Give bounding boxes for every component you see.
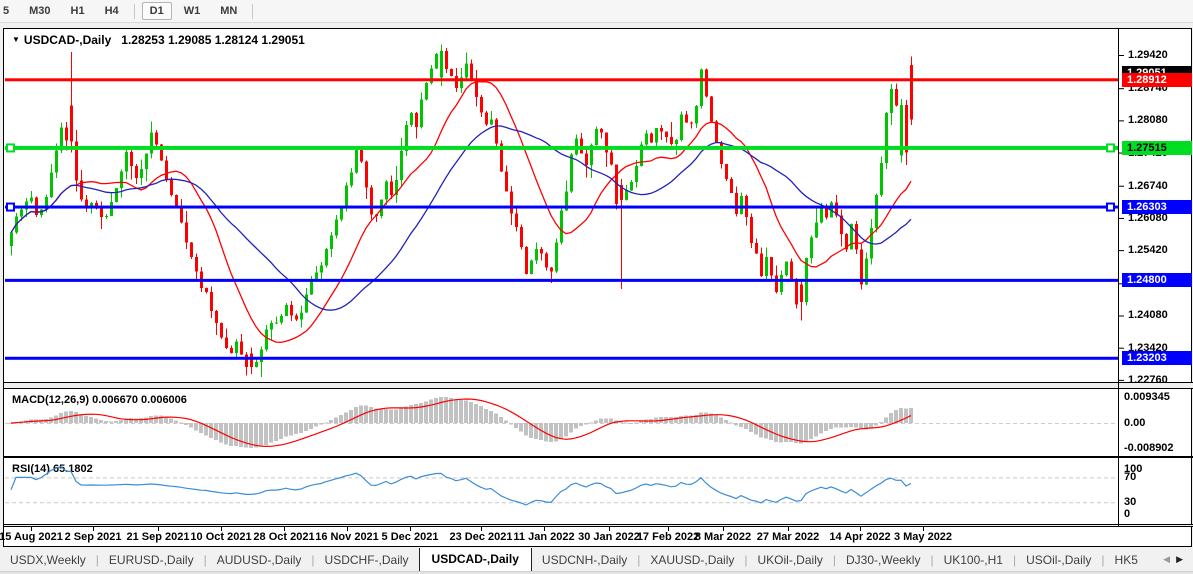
timeframe-toolbar: 5M30 H1H4 D1W1MN: [0, 0, 1193, 23]
date-axis-label: 21 Sep 2021: [127, 531, 190, 543]
hline-1.23203[interactable]: [5, 357, 1118, 360]
macd-histogram: [9, 397, 913, 448]
chart-window: ▼USDCAD-,Daily1.28253 1.29085 1.28124 1.…: [3, 28, 1192, 547]
hline-price-badge: 1.28912: [1122, 73, 1192, 87]
price-axis-tick: 1.22760: [1128, 373, 1168, 387]
rsi-axis-label: 0: [1124, 507, 1130, 521]
chart-tab-hk5[interactable]: HK5: [1105, 550, 1148, 571]
hline-1.27515[interactable]: [5, 146, 1118, 150]
date-axis-label: 5 Dec 2021: [382, 531, 439, 543]
date-axis-label: 14 Apr 2022: [829, 531, 890, 543]
chart-canvas[interactable]: [4, 29, 1193, 548]
hline-price-badge: 1.27515: [1122, 141, 1192, 155]
macd-axis-label: 0.009345: [1124, 390, 1170, 404]
hline-handle[interactable]: [7, 144, 14, 151]
date-axis-label: 28 Oct 2021: [253, 531, 314, 543]
timeframe-button-h4[interactable]: H4: [97, 2, 127, 20]
hline-price-badge: 1.23203: [1122, 351, 1192, 365]
chart-tab-usdchf-daily[interactable]: USDCHF-,Daily: [315, 550, 419, 571]
price-axis-tick: 1.26740: [1128, 179, 1168, 193]
hline-handle[interactable]: [1107, 204, 1114, 211]
timeframe-button-5[interactable]: 5: [0, 2, 17, 20]
date-axis-label: 30 Jan 2022: [578, 531, 640, 543]
chart-tab-eurusd-daily[interactable]: EURUSD-,Daily: [99, 550, 204, 571]
date-axis-label: 8 Mar 2022: [695, 531, 751, 543]
timeframe-button-m30[interactable]: M30: [21, 2, 58, 20]
toolbar-separator: [252, 4, 253, 19]
timeframe-button-d1[interactable]: D1: [142, 2, 172, 20]
chart-tab-dj30-weekly[interactable]: DJ30-,Weekly: [836, 550, 930, 571]
ma-fast-line: [11, 82, 911, 343]
date-axis-label: 15 Aug 2021: [0, 531, 63, 543]
toolbar-separator: [134, 4, 135, 19]
date-axis-label: 27 Mar 2022: [757, 531, 819, 543]
macd-axis-label: 0.00: [1124, 416, 1145, 430]
date-axis-label: 23 Dec 2021: [450, 531, 513, 543]
chart-tab-ukoil-daily[interactable]: UKOil-,Daily: [748, 550, 833, 571]
chart-tab-usoil-daily[interactable]: USOil-,Daily: [1016, 550, 1101, 571]
date-axis-label: 10 Oct 2021: [190, 531, 251, 543]
hline-handle[interactable]: [1107, 144, 1114, 151]
date-axis-label: 2 Sep 2021: [65, 531, 122, 543]
hline-1.28912[interactable]: [5, 78, 1118, 81]
tab-scroll-arrows: ◀▶: [1163, 554, 1189, 565]
hline-handle[interactable]: [7, 204, 14, 211]
hline-price-badge: 1.26303: [1122, 200, 1192, 214]
rsi-axis-label: 70: [1124, 470, 1136, 484]
chart-tab-usdcad-daily[interactable]: USDCAD-,Daily: [419, 548, 532, 571]
timeframe-button-w1[interactable]: W1: [176, 2, 209, 20]
hline-1.26303[interactable]: [5, 206, 1118, 209]
candlestick-series: [10, 44, 913, 377]
tab-scroll-right-button[interactable]: ▶: [1176, 554, 1189, 564]
chart-tab-usdx-weekly[interactable]: USDX,Weekly: [0, 550, 96, 571]
trading-terminal: 5M30 H1H4 D1W1MN ▼USDCAD-,Daily1.28253 1.2…: [0, 0, 1193, 574]
rsi-line: [11, 467, 911, 505]
tab-scroll-left-button[interactable]: ◀: [1163, 554, 1176, 564]
chart-tab-bar: USDX,Weekly|EURUSD-,Daily|AUDUSD-,Daily|…: [0, 548, 1193, 571]
hline-price-badge: 1.24800: [1122, 273, 1192, 287]
price-axis-tick: 1.29420: [1128, 48, 1168, 62]
price-axis-tick: 1.25420: [1128, 243, 1168, 257]
chart-tab-xauusd-daily[interactable]: XAUUSD-,Daily: [640, 550, 744, 571]
date-axis-label: 11 Jan 2022: [513, 531, 574, 543]
date-axis-label: 16 Nov 2021: [315, 531, 379, 543]
timeframe-button-h1[interactable]: H1: [63, 2, 93, 20]
macd-axis-label: -0.008902: [1124, 441, 1174, 455]
date-axis-label: 3 May 2022: [894, 531, 952, 543]
hline-1.24800[interactable]: [5, 279, 1118, 282]
timeframe-button-mn[interactable]: MN: [212, 2, 245, 20]
chart-tab-uk100-h1[interactable]: UK100-,H1: [934, 550, 1013, 571]
chart-tab-usdcnh-daily[interactable]: USDCNH-,Daily: [532, 550, 637, 571]
date-axis-label: 17 Feb 2022: [637, 531, 699, 543]
chart-tab-audusd-daily[interactable]: AUDUSD-,Daily: [207, 550, 312, 571]
price-axis-tick: 1.24080: [1128, 308, 1168, 322]
price-axis-tick: 1.28080: [1128, 113, 1168, 127]
